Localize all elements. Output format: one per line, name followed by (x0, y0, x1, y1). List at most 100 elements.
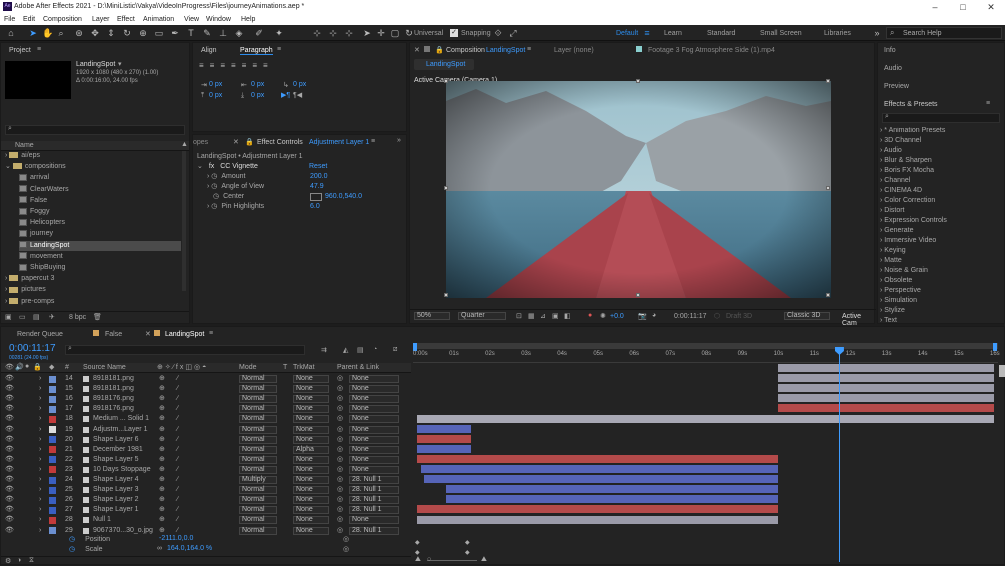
preview-panel-tab[interactable]: Preview (884, 83, 909, 90)
layer-row[interactable]: 👁 › 26 Shape Layer 2 ⊕ ∕ Normal None ◎ 28. Null 1 (1, 495, 411, 505)
menu-edit[interactable]: Edit (23, 16, 35, 23)
zoom-out-icon[interactable]: ⛰ (415, 556, 421, 564)
3d-scale-icon[interactable]: ▢ (390, 28, 400, 38)
expand-icon[interactable]: › (39, 374, 41, 384)
panel-menu-icon[interactable]: ≡ (37, 46, 41, 53)
brush-tool-icon[interactable]: ✎ (202, 28, 212, 38)
stopwatch-icon[interactable]: ◷ (69, 546, 75, 553)
zoom-in-icon[interactable]: ⛰ (481, 556, 487, 564)
blend-mode-select[interactable]: Normal (239, 455, 277, 464)
color-management-icon[interactable]: ● (588, 312, 592, 319)
project-item[interactable]: ShipBuying (19, 263, 181, 273)
menu-view[interactable]: View (184, 16, 199, 23)
label-color[interactable] (49, 385, 56, 393)
transform-handle[interactable] (826, 79, 830, 83)
paragraph-tab[interactable]: Paragraph (240, 47, 273, 55)
project-item[interactable]: journey (19, 229, 181, 239)
new-folder-icon[interactable]: ▭ (19, 313, 26, 321)
expand-icon[interactable]: › (207, 203, 209, 210)
false-tab[interactable]: False (105, 331, 122, 338)
effects-category[interactable]: › Boris FX Mocha (880, 167, 934, 174)
blend-mode-select[interactable]: Normal (239, 415, 277, 424)
layer-duration-bar[interactable] (777, 374, 994, 383)
workspace-default[interactable]: Default (616, 30, 638, 37)
expand-icon[interactable]: › (39, 455, 41, 465)
expand-icon[interactable]: › (39, 445, 41, 455)
trkmat-select[interactable]: None (293, 465, 329, 474)
label-color[interactable] (49, 496, 56, 504)
layer-tab[interactable]: Layer (none) (554, 47, 594, 54)
pick-whip-icon[interactable]: ◎ (337, 465, 343, 475)
world-axis-icon[interactable]: ⊹ (328, 28, 338, 38)
label-color[interactable] (49, 527, 56, 534)
3d-move-icon[interactable]: ✛ (376, 28, 386, 38)
effects-category[interactable]: › CINEMA 4D (880, 187, 922, 194)
layer-name[interactable]: Null 1 (93, 515, 111, 525)
expand-icon[interactable]: › (39, 526, 41, 536)
layer-row[interactable]: 👁 › 29 9067370...30_o.jpg ⊕ ∕ Normal None ◎ 28. N… (1, 526, 411, 536)
draft-3d-icon[interactable]: ⬡ (714, 312, 720, 320)
motion-blur-icon[interactable]: ◔ (373, 346, 377, 353)
snapping-label[interactable]: Snapping (461, 30, 491, 37)
space-after-value[interactable]: 0 px (251, 92, 264, 99)
menu-file[interactable]: File (4, 16, 15, 23)
quality-switch-icon[interactable]: ∕ (177, 414, 178, 424)
render-icon[interactable]: ✈ (49, 313, 55, 321)
comp-dropdown-icon[interactable]: ▾ (118, 60, 122, 68)
current-time-value[interactable]: 0:00:11:17 (674, 313, 707, 320)
shy-switch-icon[interactable]: ⊕ (159, 465, 165, 475)
guides-icon[interactable]: ▣ (552, 312, 559, 320)
parent-select[interactable]: 28. Null 1 (349, 496, 399, 505)
quality-switch-icon[interactable]: ∕ (177, 374, 178, 384)
selection-tool-icon[interactable]: ➤ (28, 28, 38, 38)
lock-icon[interactable]: 🔒 (245, 138, 254, 146)
timeline-current-time[interactable]: 0:00:11:17 (9, 343, 56, 354)
pick-whip-icon[interactable]: ◎ (337, 414, 343, 424)
comp-flowchart-icon[interactable]: ⇉ (321, 346, 327, 354)
link-icon[interactable]: ∞ (157, 545, 162, 552)
local-axis-icon[interactable]: ⊹ (312, 28, 322, 38)
type-tool-icon[interactable]: T (186, 28, 196, 38)
layer-duration-bar[interactable] (445, 485, 778, 494)
workspace-small-screen[interactable]: Small Screen (760, 30, 802, 37)
layer-row[interactable]: 👁 › 18 Medium ... Solid 1 ⊕ ∕ Normal None ◎ None (1, 414, 411, 424)
menu-animation[interactable]: Animation (143, 16, 174, 23)
blend-mode-select[interactable]: Normal (239, 465, 277, 474)
transform-handle[interactable] (444, 293, 448, 297)
stopwatch-icon[interactable]: ◷ (211, 203, 217, 210)
time-graph[interactable]: 0:00s 01s 02s 03s 04s 05s 06s 07s 08s 09s 10s 11s 12… (413, 343, 1000, 566)
visibility-icon[interactable]: 👁 (5, 515, 14, 525)
expand-icon[interactable]: › (39, 384, 41, 394)
layer-name[interactable]: Shape Layer 1 (93, 505, 139, 515)
region-icon[interactable]: ⊡ (516, 312, 522, 320)
shy-switch-icon[interactable]: ⊕ (159, 526, 165, 536)
label-color[interactable] (49, 375, 56, 383)
parent-select[interactable]: None (349, 465, 399, 474)
layer-duration-bar[interactable] (777, 394, 994, 403)
universal-label[interactable]: Universal (414, 30, 443, 37)
label-column-icon[interactable]: ◆ (49, 363, 54, 371)
maximize-icon[interactable]: □ (949, 0, 977, 14)
effects-category[interactable]: › Stylize (880, 307, 905, 314)
blend-mode-select[interactable]: Normal (239, 385, 277, 394)
layer-row[interactable]: 👁 › 24 Shape Layer 4 ⊕ ∕ Multiply None ◎ 28. Null… (1, 475, 411, 485)
visibility-icon[interactable]: 👁 (5, 384, 14, 394)
snapping-checkbox[interactable]: ✓ (450, 29, 458, 37)
quality-switch-icon[interactable]: ∕ (177, 445, 178, 455)
project-item[interactable]: ClearWaters (19, 185, 181, 195)
project-item[interactable]: ⌄ compositions (5, 162, 181, 172)
keyframe-icon[interactable]: ◆ (415, 539, 420, 546)
solo-icon[interactable]: ● (25, 363, 29, 370)
quality-switch-icon[interactable]: ∕ (177, 505, 178, 515)
pick-whip-icon[interactable]: ◎ (343, 545, 349, 553)
visibility-icon[interactable]: 👁 (5, 414, 14, 424)
layer-name[interactable]: 9067370...30_o.jpg (93, 526, 153, 536)
quality-switch-icon[interactable]: ∕ (177, 435, 178, 445)
project-item[interactable]: arrival (19, 173, 181, 183)
comp-viewport[interactable] (444, 79, 831, 298)
zoom-tool-icon[interactable]: ⌕ (56, 28, 66, 38)
label-color[interactable] (49, 506, 56, 514)
dolly-camera-icon[interactable]: ⇕ (106, 28, 116, 38)
close-tab-icon[interactable]: ✕ (414, 46, 420, 54)
keyframe-icon[interactable]: ◆ (415, 549, 420, 556)
